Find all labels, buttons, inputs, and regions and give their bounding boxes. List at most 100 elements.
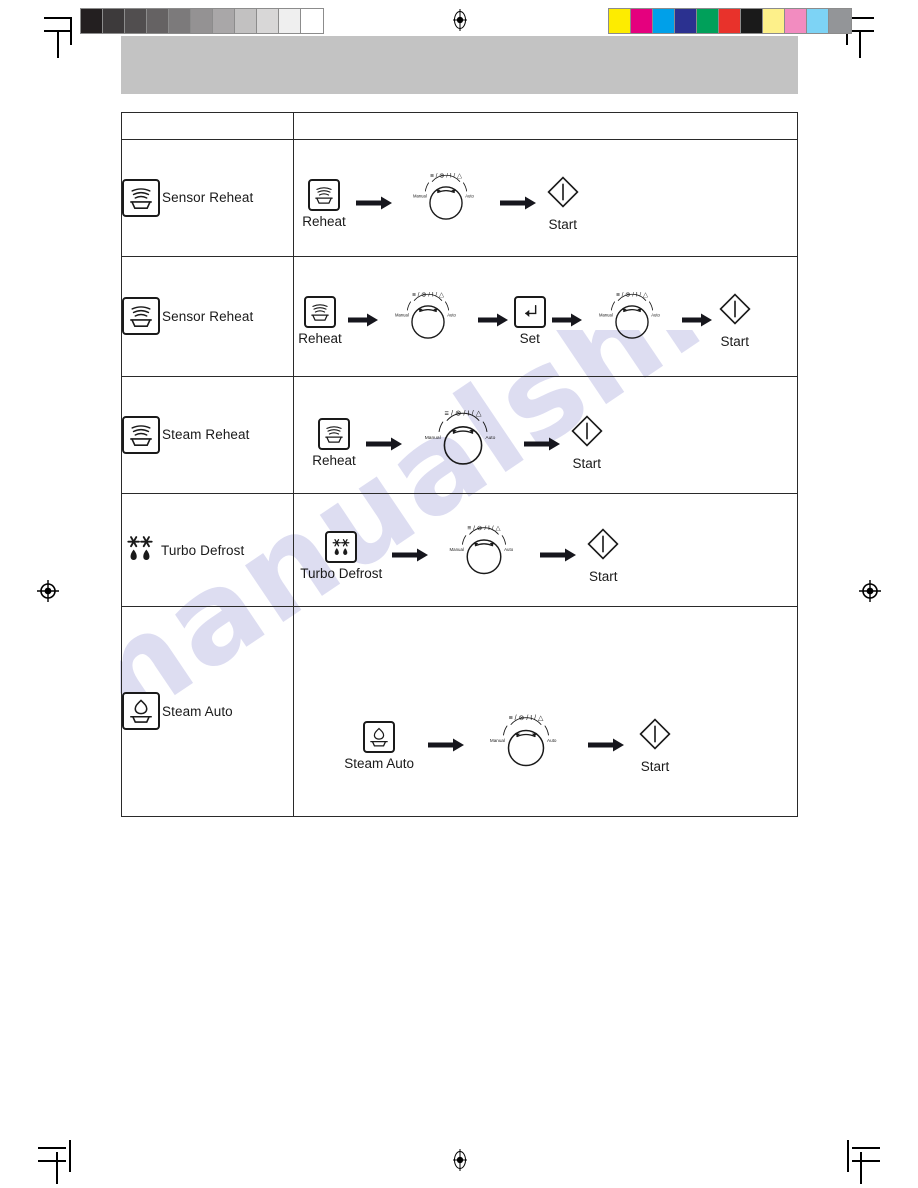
selector-dial[interactable]: ≡ / ⊗ / I / △ManualAuto≡ / ⊗ / I / △: [478, 707, 574, 773]
color-patch-10: [829, 9, 851, 33]
reheat-key-icon[interactable]: Reheat: [312, 402, 356, 468]
step-caption: Reheat: [312, 453, 356, 468]
svg-text:Manual: Manual: [599, 313, 613, 318]
crop-mark-br-v2: [847, 1140, 849, 1172]
start-key-icon[interactable]: Start: [718, 284, 752, 349]
color-calibration-strip: [608, 8, 852, 34]
step-caption: Start: [589, 568, 618, 584]
header-cell-steps: [293, 112, 798, 140]
svg-text:Auto: Auto: [504, 547, 514, 552]
step-caption: Start: [640, 759, 670, 774]
sensor-reheat-icon: [122, 178, 160, 217]
color-patch-9: [807, 9, 829, 33]
svg-text:Auto: Auto: [547, 738, 557, 743]
color-patch-3: [675, 9, 697, 33]
crop-mark-bl-v: [56, 1152, 58, 1184]
selector-dial[interactable]: ≡ / ⊗ / I / △ManualAuto≡ / ⊗ / I / △: [402, 165, 490, 226]
mode-label-cell: Steam Auto: [120, 606, 295, 817]
table-row: Steam Auto Steam Auto ≡ / ⊗ / I / △ Manual A…: [120, 606, 798, 817]
gray-patch-10: [301, 9, 323, 33]
crop-mark-tl-v2: [70, 17, 72, 45]
color-patch-0: [609, 9, 631, 33]
color-patch-1: [631, 9, 653, 33]
step-caption: Start: [572, 456, 602, 471]
step-caption: Steam Auto: [344, 756, 415, 771]
start-key-icon[interactable]: Start: [638, 707, 672, 774]
reheat-key-icon-glyph: [304, 296, 337, 328]
mode-label-cell: Steam Reheat: [120, 376, 295, 494]
crop-mark-br-h2: [852, 1147, 880, 1149]
svg-text:≡ / ⊗ / I / △: ≡ / ⊗ / I / △: [430, 172, 462, 179]
crop-mark-tr-v: [859, 30, 861, 58]
steps-cell: Turbo Defrost≡ / ⊗ / I / △ManualAuto≡ / …: [293, 493, 798, 607]
turbo-defrost-key-icon-glyph: [325, 530, 358, 563]
svg-text:Manual: Manual: [490, 738, 505, 743]
mode-label-text: Sensor Reheat: [162, 190, 254, 205]
gray-patch-4: [169, 9, 191, 33]
set-key-icon[interactable]: Set: [513, 284, 546, 346]
svg-text:Manual: Manual: [395, 313, 409, 318]
operation-steps-table: Sensor Reheat Reheat ≡ / ⊗ / I / △ Manual Au…: [120, 112, 798, 817]
steps-cell: Reheat ≡ / ⊗ / I / △ManualAuto≡ / ⊗ / I /…: [293, 376, 798, 494]
grayscale-calibration-strip: [80, 8, 324, 34]
arrow-right-icon: [392, 517, 429, 563]
start-key-icon[interactable]: Start: [586, 517, 620, 584]
selector-dial[interactable]: ≡ / ⊗ / I / △ManualAuto≡ / ⊗ / I / △: [412, 402, 514, 472]
step-caption: Turbo Defrost: [300, 565, 383, 581]
arrow-right-icon: [499, 165, 536, 211]
reheat-key-icon[interactable]: Reheat: [302, 165, 346, 229]
step-caption: Set: [519, 331, 540, 346]
gray-patch-3: [147, 9, 169, 33]
arrow-right-icon: [355, 165, 392, 211]
crop-mark-bl-h: [38, 1160, 66, 1162]
start-diamond-shape: [570, 414, 604, 453]
reheat-key-icon[interactable]: Reheat: [298, 284, 342, 346]
steam-auto-key-icon[interactable]: Steam Auto: [344, 707, 414, 771]
table-row: Sensor Reheat Reheat ≡ / ⊗ / I / △ Manual Au…: [120, 139, 798, 257]
start-diamond-shape: [718, 292, 752, 331]
arrow-right-icon: [681, 284, 712, 328]
step-caption: Start: [548, 216, 578, 232]
step-caption: Start: [720, 334, 750, 349]
arrow-right-icon: [523, 402, 560, 452]
turbo-defrost-symbol: [122, 530, 158, 571]
gray-patch-8: [257, 9, 279, 33]
arrow-right-icon: [428, 707, 465, 753]
table-row: Sensor Reheat Reheat ≡ / ⊗ / I / △ Manual Au…: [120, 256, 798, 377]
selector-dial[interactable]: ≡ / ⊗ / I / △ManualAuto≡ / ⊗ / I / △: [384, 284, 472, 345]
gray-patch-1: [103, 9, 125, 33]
steps-cell: Reheat≡ / ⊗ / I / △ManualAuto≡ / ⊗ / I /…: [293, 256, 798, 377]
svg-text:≡ / ⊗ / I / △: ≡ / ⊗ / I / △: [468, 524, 502, 531]
arrow-right-icon: [588, 707, 625, 753]
header-banner: [121, 36, 798, 94]
color-patch-8: [785, 9, 807, 33]
steps-cell: Reheat≡ / ⊗ / I / △ManualAuto≡ / ⊗ / I /…: [293, 139, 798, 257]
registration-target-right: [858, 579, 881, 602]
steam-auto-icon: [122, 692, 160, 730]
selector-dial[interactable]: ≡ / ⊗ / I / △ManualAuto≡ / ⊗ / I / △: [438, 517, 530, 581]
crop-mark-br-v: [860, 1152, 862, 1184]
crop-mark-br-h: [852, 1160, 880, 1162]
steam-reheat-icon: [122, 415, 160, 454]
arrow-right-icon: [551, 284, 582, 328]
start-key-icon[interactable]: Start: [546, 165, 580, 232]
svg-text:Manual: Manual: [450, 547, 464, 552]
registration-target-left: [36, 579, 59, 602]
gray-patch-6: [213, 9, 235, 33]
table-row: Turbo Defrost Turbo Defrost ≡ / ⊗ / I / △ M…: [120, 493, 798, 607]
gray-patch-2: [125, 9, 147, 33]
svg-text:≡ / ⊗ / I / △: ≡ / ⊗ / I / △: [509, 715, 544, 722]
svg-text:Manual: Manual: [413, 193, 427, 198]
turbo-defrost-key-icon[interactable]: Turbo Defrost: [300, 517, 382, 581]
steps-cell: Steam Auto≡ / ⊗ / I / △ManualAuto≡ / ⊗ /…: [293, 606, 798, 817]
start-key-icon[interactable]: Start: [570, 402, 604, 471]
start-diamond-shape: [638, 717, 672, 756]
set-key-icon-glyph: [513, 296, 546, 328]
svg-text:Auto: Auto: [447, 313, 456, 318]
svg-text:Auto: Auto: [651, 313, 660, 318]
arrow-right-icon: [365, 402, 402, 452]
reheat-key-icon-glyph: [308, 178, 341, 211]
step-caption: Reheat: [302, 213, 346, 229]
selector-dial[interactable]: ≡ / ⊗ / I / △ManualAuto≡ / ⊗ / I / △: [588, 284, 676, 345]
color-patch-6: [741, 9, 763, 33]
